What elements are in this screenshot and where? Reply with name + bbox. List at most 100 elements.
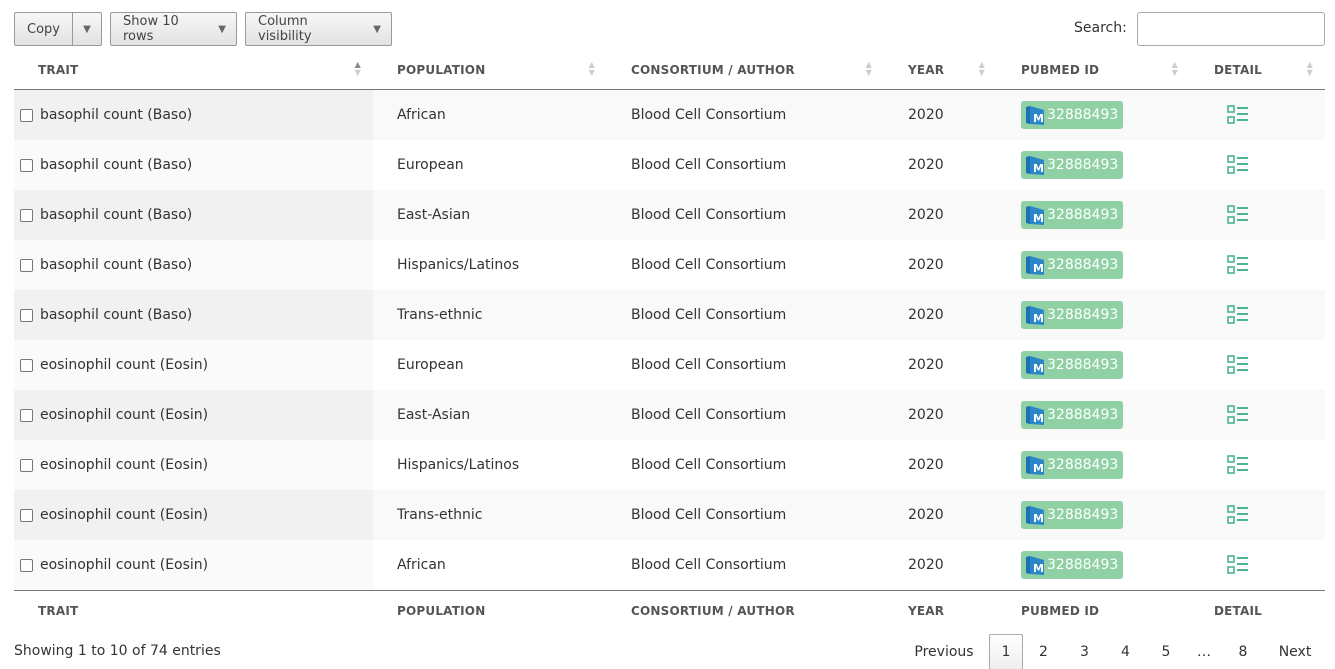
detail-list-icon[interactable] [1227,405,1249,425]
column-header-trait[interactable]: TRAIT ▲ ▼ [14,50,373,90]
pubmed-link[interactable]: M 32888493 [1021,201,1124,229]
page-button[interactable]: 2 [1023,634,1064,669]
row-checkbox[interactable] [20,158,33,172]
population-cell: European [373,140,607,190]
year-cell: 2020 [884,440,997,490]
detail-list-icon[interactable] [1227,155,1249,175]
table-row[interactable]: basophil count (Baso) East-Asian Blood C… [14,190,1325,240]
pubmed-link[interactable]: M 32888493 [1021,501,1124,529]
pubmed-link[interactable]: M 32888493 [1021,351,1124,379]
page-button[interactable]: 8 [1222,634,1264,669]
pubmed-link[interactable]: M 32888493 [1021,551,1124,579]
trait-text: eosinophil count (Eosin) [40,407,209,423]
search-label: Search: [1074,20,1127,36]
show-rows-button[interactable]: Show 10 rows ▼ [110,12,237,46]
consortium-cell: Blood Cell Consortium [607,490,884,540]
pubmed-id: 32888493 [1047,457,1119,473]
consortium-cell: Blood Cell Consortium [607,89,884,140]
pubmed-link[interactable]: M 32888493 [1021,401,1124,429]
detail-list-icon[interactable] [1227,255,1249,275]
page-button[interactable]: 4 [1105,634,1146,669]
row-checkbox[interactable] [20,108,33,122]
population-cell: Trans-ethnic [373,490,607,540]
next-button[interactable]: Next [1264,634,1326,669]
consortium-cell: Blood Cell Consortium [607,440,884,490]
pubmed-link[interactable]: M 32888493 [1021,451,1124,479]
detail-cell [1190,340,1325,390]
year-cell: 2020 [884,240,997,290]
row-checkbox[interactable] [20,258,33,272]
row-checkbox[interactable] [20,458,33,472]
row-checkbox[interactable] [20,508,33,522]
pubmed-cell: M 32888493 [997,190,1190,240]
pubmed-cell: M 32888493 [997,140,1190,190]
footer-header-trait: TRAIT [14,590,373,630]
column-header-consortium[interactable]: CONSORTIUM / AUTHOR ▲ ▼ [607,50,884,90]
column-header-year[interactable]: YEAR ▲ ▼ [884,50,997,90]
pubmed-cell: M 32888493 [997,490,1190,540]
trait-cell: basophil count (Baso) [14,290,373,340]
row-checkbox[interactable] [20,408,33,422]
page-button[interactable]: 3 [1064,634,1105,669]
table-row[interactable]: eosinophil count (Eosin) European Blood … [14,340,1325,390]
detail-list-icon[interactable] [1227,505,1249,525]
pubmed-cell: M 32888493 [997,390,1190,440]
detail-list-icon[interactable] [1227,305,1249,325]
consortium-cell: Blood Cell Consortium [607,340,884,390]
year-cell: 2020 [884,540,997,591]
year-cell: 2020 [884,490,997,540]
pubmed-id: 32888493 [1047,257,1119,273]
column-header-population[interactable]: POPULATION ▲ ▼ [373,50,607,90]
svg-text:M: M [1033,212,1044,225]
pubmed-logo-icon: M [1026,406,1044,425]
table-row[interactable]: eosinophil count (Eosin) Trans-ethnic Bl… [14,490,1325,540]
page-button-current[interactable]: 1 [989,634,1023,669]
detail-list-icon[interactable] [1227,455,1249,475]
consortium-cell: Blood Cell Consortium [607,290,884,340]
pubmed-link[interactable]: M 32888493 [1021,101,1124,129]
column-visibility-button[interactable]: Column visibility ▼ [245,12,392,46]
table-row[interactable]: basophil count (Baso) Hispanics/Latinos … [14,240,1325,290]
results-table: TRAIT ▲ ▼ POPULATION ▲ ▼ CONSORTIUM / AUTHOR… [14,50,1325,630]
pubmed-link[interactable]: M 32888493 [1021,251,1124,279]
detail-cell [1190,190,1325,240]
column-header-pubmed[interactable]: PUBMED ID ▲ ▼ [997,50,1190,90]
table-row[interactable]: basophil count (Baso) European Blood Cel… [14,140,1325,190]
year-cell: 2020 [884,390,997,440]
page-button[interactable]: 5 [1146,634,1186,669]
pubmed-link[interactable]: M 32888493 [1021,301,1124,329]
previous-button[interactable]: Previous [900,634,988,669]
caret-down-icon: ▼ [373,23,381,35]
trait-cell: eosinophil count (Eosin) [14,340,373,390]
table-row[interactable]: eosinophil count (Eosin) Hispanics/Latin… [14,440,1325,490]
pubmed-logo-icon: M [1026,206,1044,225]
row-checkbox[interactable] [20,308,33,322]
detail-list-icon[interactable] [1227,205,1249,225]
svg-text:M: M [1033,362,1044,375]
caret-down-icon: ▼ [218,23,226,35]
consortium-cell: Blood Cell Consortium [607,240,884,290]
table-row[interactable]: eosinophil count (Eosin) East-Asian Bloo… [14,390,1325,440]
header-label: YEAR [908,62,945,77]
row-checkbox[interactable] [20,208,33,222]
search-input[interactable] [1137,12,1325,46]
pubmed-logo-icon: M [1026,506,1044,525]
copy-dropdown-caret-icon[interactable]: ▼ [72,13,101,45]
pubmed-link[interactable]: M 32888493 [1021,151,1124,179]
trait-text: basophil count (Baso) [40,257,193,273]
pubmed-logo-icon: M [1026,556,1044,575]
copy-button[interactable]: Copy ▼ [14,12,102,46]
consortium-cell: Blood Cell Consortium [607,140,884,190]
table-row[interactable]: basophil count (Baso) African Blood Cell… [14,89,1325,140]
detail-list-icon[interactable] [1227,105,1249,125]
header-row: TRAIT ▲ ▼ POPULATION ▲ ▼ CONSORTIUM / AUTHOR… [14,50,1325,90]
detail-list-icon[interactable] [1227,355,1249,375]
row-checkbox[interactable] [20,358,33,372]
table-row[interactable]: eosinophil count (Eosin) African Blood C… [14,540,1325,591]
row-checkbox[interactable] [20,558,33,572]
pubmed-id: 32888493 [1047,357,1119,373]
table-row[interactable]: basophil count (Baso) Trans-ethnic Blood… [14,290,1325,340]
detail-list-icon[interactable] [1227,555,1249,575]
detail-cell [1190,290,1325,340]
column-header-detail[interactable]: DETAIL ▲ ▼ [1190,50,1325,90]
